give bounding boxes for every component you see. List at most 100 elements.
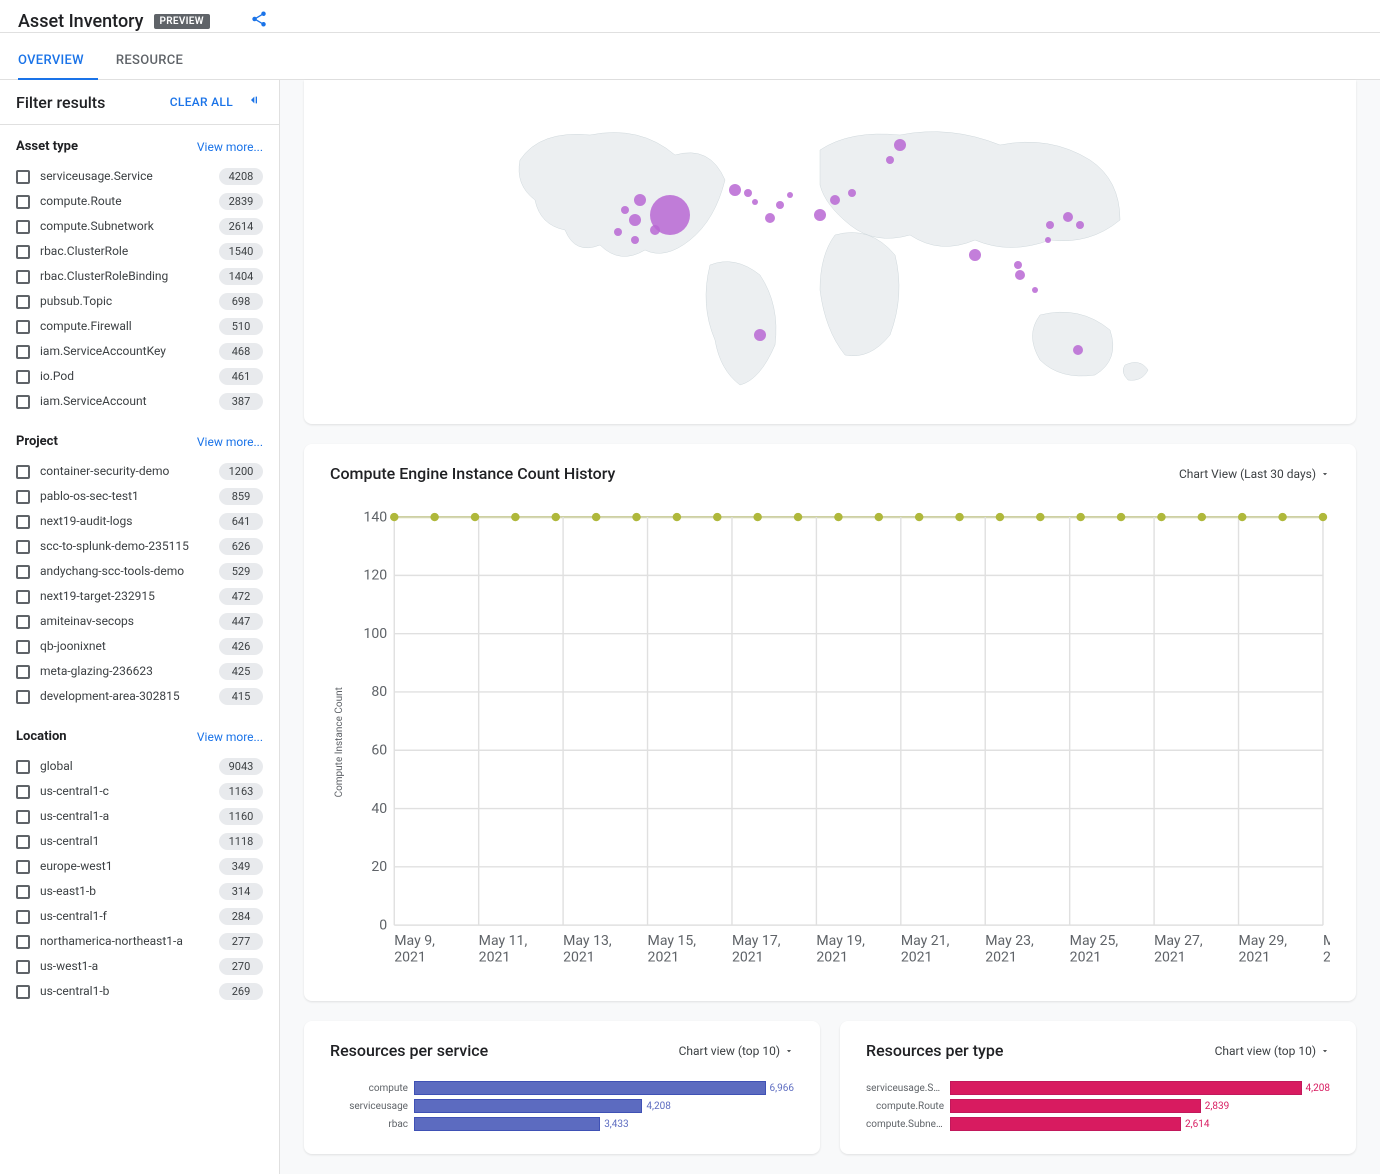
- bar[interactable]: [950, 1081, 1302, 1095]
- checkbox[interactable]: [16, 565, 30, 579]
- checkbox[interactable]: [16, 665, 30, 679]
- checkbox[interactable]: [16, 515, 30, 529]
- checkbox[interactable]: [16, 835, 30, 849]
- checkbox[interactable]: [16, 860, 30, 874]
- map-bubble[interactable]: [1076, 221, 1084, 229]
- map-bubble[interactable]: [969, 249, 981, 261]
- filter-row[interactable]: scc-to-splunk-demo-235115626: [16, 534, 263, 559]
- filter-row[interactable]: compute.Route2839: [16, 189, 263, 214]
- checkbox[interactable]: [16, 220, 30, 234]
- data-point[interactable]: [430, 513, 438, 521]
- filter-row[interactable]: compute.Firewall510: [16, 314, 263, 339]
- map-bubble[interactable]: [631, 236, 639, 244]
- filter-row[interactable]: meta-glazing-236623425: [16, 659, 263, 684]
- checkbox[interactable]: [16, 590, 30, 604]
- filter-row[interactable]: us-central1-c1163: [16, 779, 263, 804]
- bar[interactable]: [414, 1117, 600, 1131]
- filter-row[interactable]: us-west1-a270: [16, 954, 263, 979]
- map-bubble[interactable]: [1063, 212, 1073, 222]
- data-point[interactable]: [1036, 513, 1044, 521]
- data-point[interactable]: [1076, 513, 1084, 521]
- map-bubble[interactable]: [765, 213, 775, 223]
- checkbox[interactable]: [16, 465, 30, 479]
- view-more-link[interactable]: View more...: [197, 435, 263, 449]
- checkbox[interactable]: [16, 395, 30, 409]
- filter-row[interactable]: io.Pod461: [16, 364, 263, 389]
- view-more-link[interactable]: View more...: [197, 730, 263, 744]
- data-point[interactable]: [713, 513, 721, 521]
- data-point[interactable]: [632, 513, 640, 521]
- collapse-sidebar-icon[interactable]: [247, 92, 263, 112]
- data-point[interactable]: [390, 513, 398, 521]
- checkbox[interactable]: [16, 270, 30, 284]
- data-point[interactable]: [1117, 513, 1125, 521]
- data-point[interactable]: [875, 513, 883, 521]
- filter-row[interactable]: us-central1-f284: [16, 904, 263, 929]
- map-bubble[interactable]: [787, 192, 793, 198]
- checkbox[interactable]: [16, 935, 30, 949]
- checkbox[interactable]: [16, 785, 30, 799]
- map-bubble[interactable]: [894, 139, 906, 151]
- checkbox[interactable]: [16, 345, 30, 359]
- checkbox[interactable]: [16, 960, 30, 974]
- data-point[interactable]: [511, 513, 519, 521]
- filter-row[interactable]: global9043: [16, 754, 263, 779]
- filter-row[interactable]: us-central1-b269: [16, 979, 263, 1004]
- map-bubble[interactable]: [1014, 261, 1022, 269]
- data-point[interactable]: [471, 513, 479, 521]
- filter-row[interactable]: iam.ServiceAccountKey468: [16, 339, 263, 364]
- filter-row[interactable]: rbac.ClusterRoleBinding1404: [16, 264, 263, 289]
- data-point[interactable]: [1198, 513, 1206, 521]
- map-bubble[interactable]: [830, 195, 840, 205]
- tab-overview[interactable]: OVERVIEW: [18, 43, 98, 80]
- data-point[interactable]: [1278, 513, 1286, 521]
- checkbox[interactable]: [16, 760, 30, 774]
- checkbox[interactable]: [16, 810, 30, 824]
- data-point[interactable]: [834, 513, 842, 521]
- filter-row[interactable]: iam.ServiceAccount387: [16, 389, 263, 414]
- data-point[interactable]: [673, 513, 681, 521]
- clear-all-button[interactable]: CLEAR ALL: [170, 95, 233, 109]
- filter-row[interactable]: rbac.ClusterRole1540: [16, 239, 263, 264]
- checkbox[interactable]: [16, 540, 30, 554]
- data-point[interactable]: [1319, 513, 1327, 521]
- filter-row[interactable]: andychang-scc-tools-demo529: [16, 559, 263, 584]
- map-bubble[interactable]: [848, 189, 856, 197]
- filter-row[interactable]: pablo-os-sec-test1859: [16, 484, 263, 509]
- map-bubble[interactable]: [729, 184, 741, 196]
- view-more-link[interactable]: View more...: [197, 140, 263, 154]
- map-bubble[interactable]: [1015, 270, 1025, 280]
- map-bubble[interactable]: [754, 329, 766, 341]
- map-bubble[interactable]: [634, 194, 646, 206]
- checkbox[interactable]: [16, 170, 30, 184]
- checkbox[interactable]: [16, 245, 30, 259]
- checkbox[interactable]: [16, 885, 30, 899]
- data-point[interactable]: [794, 513, 802, 521]
- bar[interactable]: [414, 1099, 642, 1113]
- map-bubble[interactable]: [776, 201, 784, 209]
- map-bubble[interactable]: [1073, 345, 1083, 355]
- map-bubble[interactable]: [621, 206, 629, 214]
- filter-row[interactable]: europe-west1349: [16, 854, 263, 879]
- map-bubble[interactable]: [814, 209, 826, 221]
- data-point[interactable]: [1157, 513, 1165, 521]
- filter-row[interactable]: us-central11118: [16, 829, 263, 854]
- checkbox[interactable]: [16, 640, 30, 654]
- map-bubble[interactable]: [1032, 287, 1038, 293]
- data-point[interactable]: [552, 513, 560, 521]
- filter-row[interactable]: pubsub.Topic698: [16, 289, 263, 314]
- filter-row[interactable]: amiteinav-secops447: [16, 609, 263, 634]
- checkbox[interactable]: [16, 295, 30, 309]
- checkbox[interactable]: [16, 690, 30, 704]
- map-bubble[interactable]: [1046, 221, 1054, 229]
- checkbox[interactable]: [16, 370, 30, 384]
- map-bubble[interactable]: [744, 189, 752, 197]
- checkbox[interactable]: [16, 195, 30, 209]
- data-point[interactable]: [955, 513, 963, 521]
- filter-row[interactable]: container-security-demo1200: [16, 459, 263, 484]
- filter-row[interactable]: us-central1-a1160: [16, 804, 263, 829]
- filter-row[interactable]: compute.Subnetwork2614: [16, 214, 263, 239]
- filter-row[interactable]: northamerica-northeast1-a277: [16, 929, 263, 954]
- data-point[interactable]: [753, 513, 761, 521]
- data-point[interactable]: [915, 513, 923, 521]
